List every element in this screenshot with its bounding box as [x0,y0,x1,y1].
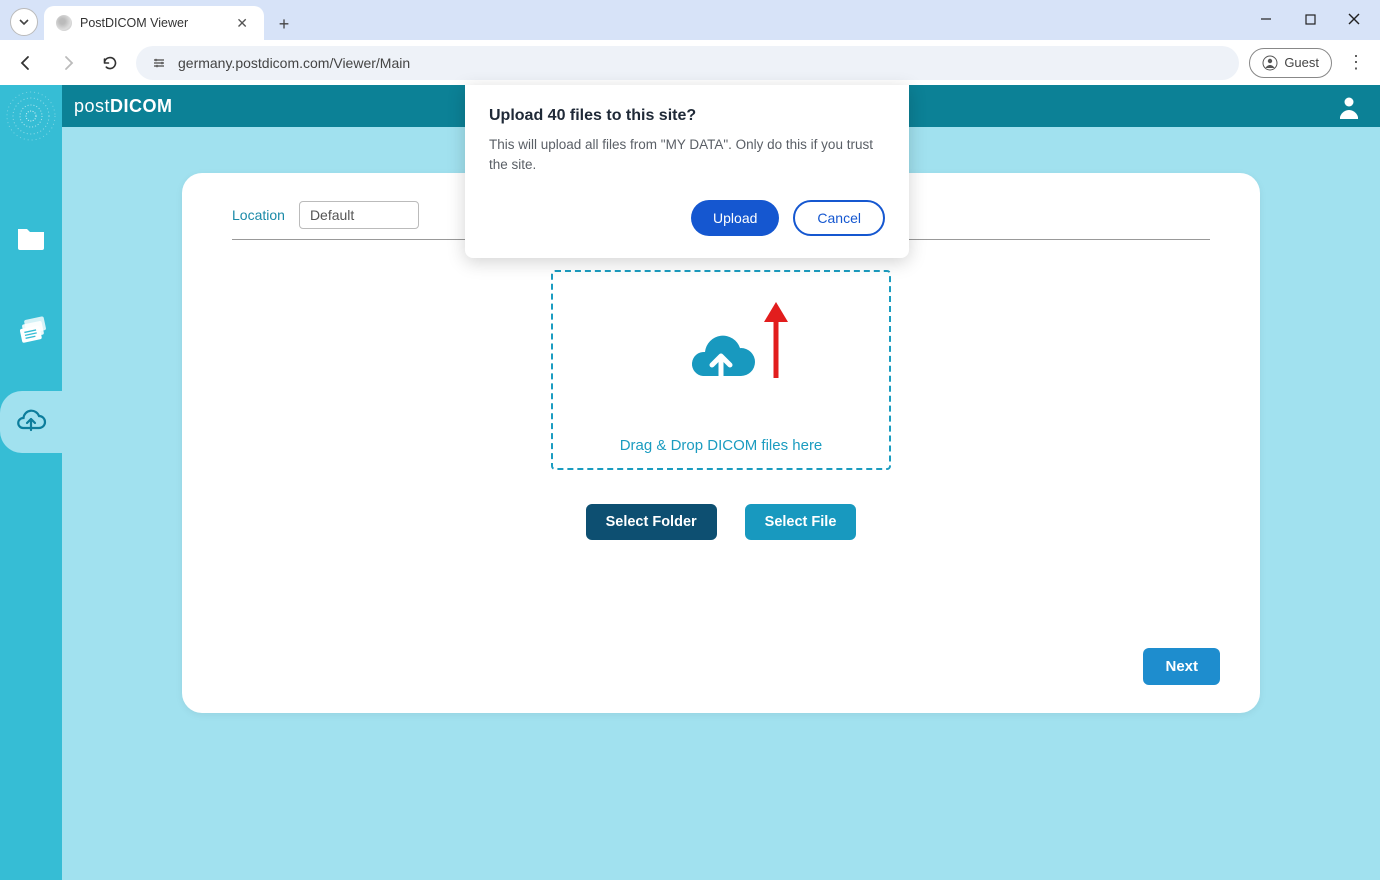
back-button[interactable] [10,47,42,79]
address-bar: germany.postdicom.com/Viewer/Main Guest … [0,40,1380,85]
dialog-cancel-button[interactable]: Cancel [793,200,885,236]
upload-permission-dialog: Upload 40 files to this site? This will … [465,85,909,258]
folder-icon [16,225,46,251]
browser-tab[interactable]: PostDICOM Viewer ✕ [44,6,264,40]
site-settings-icon[interactable] [150,54,168,72]
cloud-upload-icon [15,408,47,436]
window-close-button[interactable] [1332,4,1376,34]
cloud-upload-icon [685,332,757,388]
dropzone-text: Drag & Drop DICOM files here [620,437,823,454]
dialog-title: Upload 40 files to this site? [489,107,885,125]
brand-prefix: post [74,96,110,116]
url-box[interactable]: germany.postdicom.com/Viewer/Main [136,46,1239,80]
browser-menu-button[interactable]: ⋮ [1342,52,1370,73]
chevron-down-icon [18,16,30,28]
profile-chip[interactable]: Guest [1249,48,1332,78]
browser-chrome: PostDICOM Viewer ✕ + germany.postdicom.c… [0,0,1380,85]
sidebar [0,85,62,880]
dialog-button-row: Upload Cancel [489,200,885,236]
dropzone[interactable]: Drag & Drop DICOM files here [551,270,891,470]
reload-button[interactable] [94,47,126,79]
window-controls [1244,4,1376,34]
sidebar-item-folders[interactable] [0,207,62,269]
minimize-button[interactable] [1244,4,1288,34]
user-menu-button[interactable] [1336,93,1362,119]
sidebar-item-upload[interactable] [0,391,62,453]
tab-title: PostDICOM Viewer [80,16,224,30]
close-icon[interactable]: ✕ [232,15,252,32]
url-text: germany.postdicom.com/Viewer/Main [178,55,410,71]
dialog-body: This will upload all files from "MY DATA… [489,135,885,174]
brand-logo [0,85,62,147]
select-file-button[interactable]: Select File [745,504,857,540]
tab-favicon [56,15,72,31]
stack-icon [16,315,46,345]
next-button[interactable]: Next [1143,648,1220,685]
location-value: Default [310,207,354,223]
upload-button-row: Select Folder Select File [232,504,1210,540]
brand-suffix: DICOM [110,96,173,116]
new-tab-button[interactable]: + [270,10,298,38]
tab-strip: PostDICOM Viewer ✕ + [0,0,1380,40]
profile-label: Guest [1284,55,1319,70]
person-icon [1262,55,1278,71]
maximize-button[interactable] [1288,4,1332,34]
globe-dots-icon [6,91,56,141]
forward-button[interactable] [52,47,84,79]
dialog-upload-button[interactable]: Upload [691,200,779,236]
person-icon [1336,93,1362,119]
tab-search-button[interactable] [10,8,38,36]
location-select[interactable]: Default [299,201,419,229]
sidebar-item-studies[interactable] [0,299,62,361]
select-folder-button[interactable]: Select Folder [586,504,717,540]
location-label: Location [232,207,285,223]
